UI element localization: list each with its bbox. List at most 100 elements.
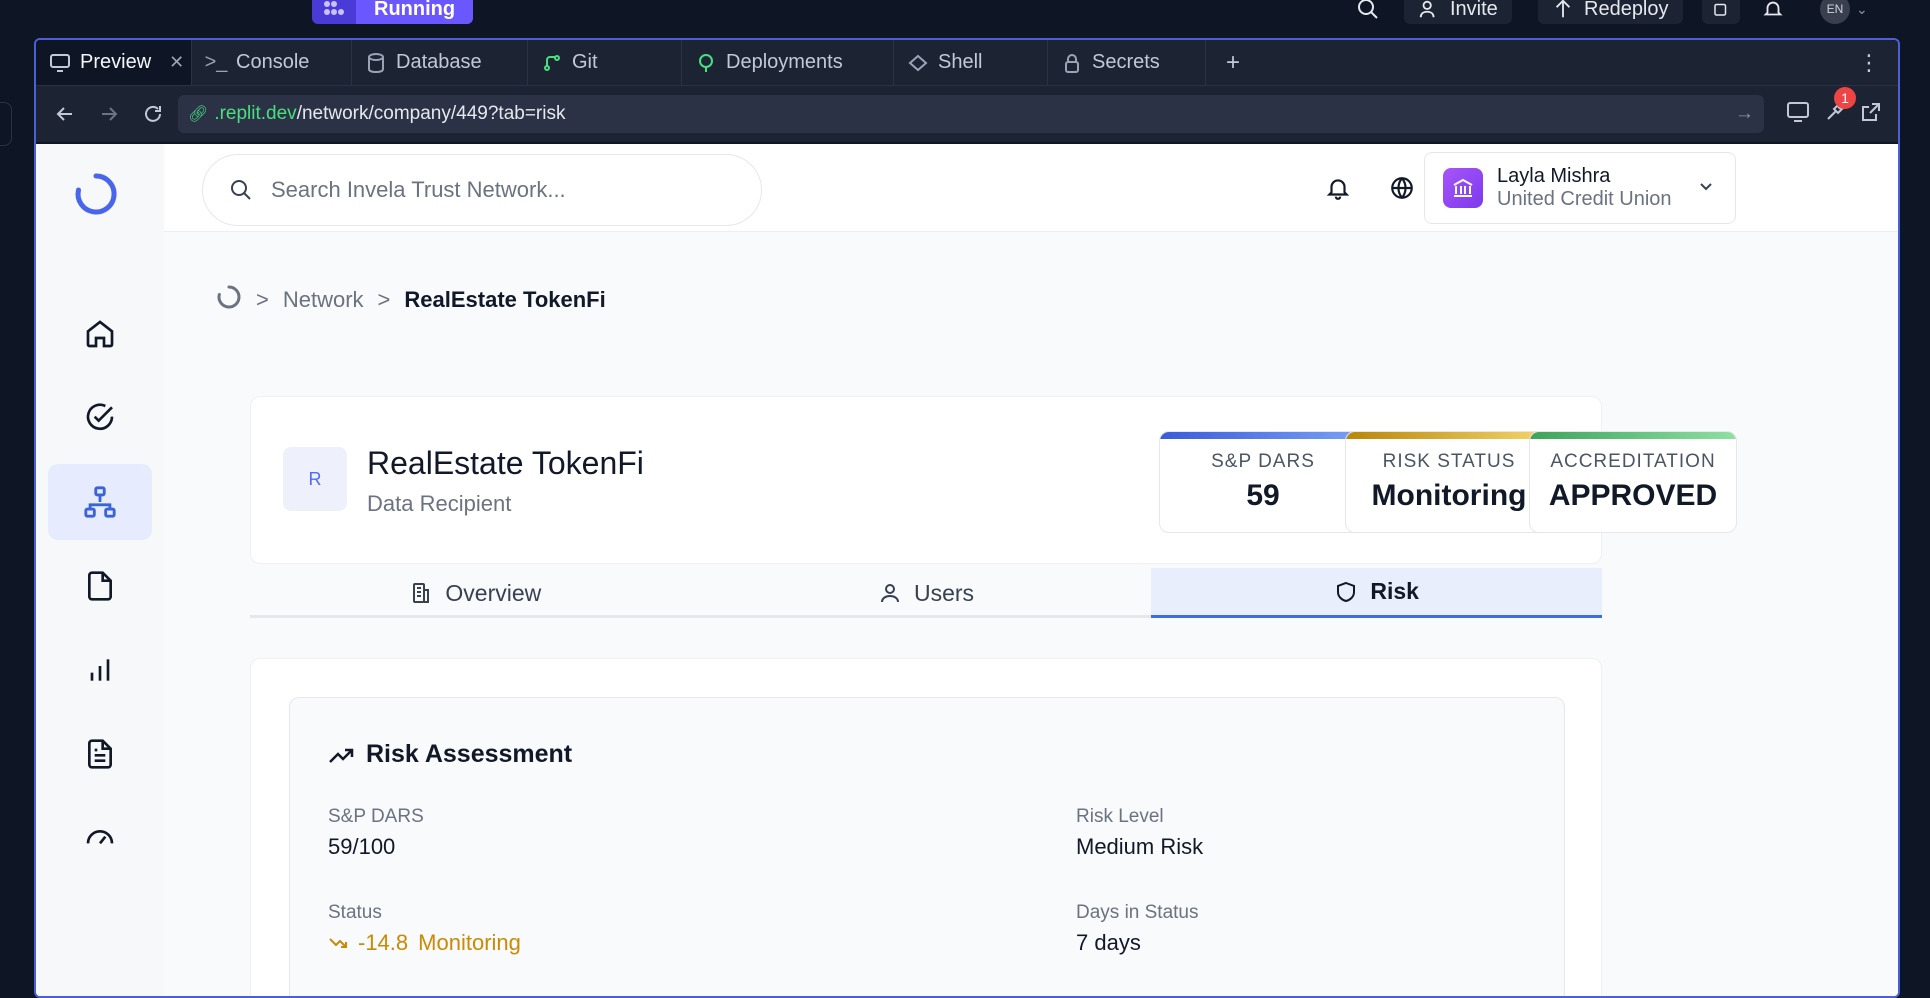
tab-label: Risk [1370, 578, 1419, 604]
field-value: 59/100 [328, 834, 396, 859]
tab-database[interactable]: Database [352, 40, 528, 85]
app-header: Layla Mishra United Credit Union [164, 144, 1898, 232]
globe-icon[interactable] [1386, 172, 1418, 204]
sidebar-item-insights[interactable] [48, 632, 152, 708]
main-content: Layla Mishra United Credit Union > Netwo… [164, 144, 1898, 996]
left-rail [0, 38, 34, 978]
back-button[interactable] [46, 95, 84, 133]
redeploy-button[interactable]: Redeploy [1538, 0, 1683, 24]
run-button[interactable]: Running [312, 0, 474, 24]
replit-topbar: Running Invite Redeploy EN ⌄ [0, 0, 1930, 30]
tab-deployments[interactable]: Deployments [682, 40, 894, 85]
search-icon[interactable] [1356, 0, 1380, 24]
tab-console[interactable]: >_ Console [192, 40, 352, 85]
deployments-icon [696, 53, 716, 73]
field-label: Risk Level [1076, 806, 1164, 827]
add-tab-button[interactable]: + [1206, 40, 1260, 85]
share-button[interactable] [1702, 0, 1740, 24]
go-arrow-icon[interactable]: → [1735, 103, 1754, 125]
sidebar-item-network[interactable] [48, 464, 152, 540]
stat-label: S&P DARS [1211, 451, 1315, 472]
sidebar-item-documents[interactable] [48, 716, 152, 792]
risk-title-text: Risk Assessment [366, 740, 573, 768]
stat-label: ACCREDITATION [1550, 451, 1716, 472]
terminal-icon: >_ [204, 51, 228, 73]
search-bar[interactable] [202, 154, 762, 226]
tab-secrets[interactable]: Secrets [1048, 40, 1206, 85]
open-external-icon[interactable] [1860, 101, 1882, 128]
lock-icon [1062, 53, 1082, 73]
preview-window: Preview ✕ >_ Console Database Git Deploy… [34, 38, 1900, 998]
status-text: Monitoring [418, 930, 521, 955]
invite-button[interactable]: Invite [1404, 0, 1512, 24]
tab-shell[interactable]: Shell [894, 40, 1048, 85]
git-icon [542, 53, 562, 73]
tab-label: Secrets [1092, 51, 1160, 73]
arrow-left-icon [56, 107, 72, 121]
sidebar-item-home[interactable] [48, 296, 152, 372]
company-header-card: R RealEstate TokenFi Data Recipient S&P … [250, 396, 1737, 564]
panel-handle[interactable] [0, 102, 12, 146]
field-days-in-status: Days in Status 7 days [1076, 902, 1199, 956]
redeploy-icon [1555, 0, 1571, 18]
stat-label: RISK STATUS [1382, 451, 1516, 472]
network-icon [84, 486, 116, 518]
url-input[interactable]: 🔗︎ .replit.dev/network/company/449?tab=r… [178, 95, 1764, 133]
account-name: Layla Mishra [1497, 165, 1611, 187]
invela-logo-icon[interactable] [74, 172, 118, 216]
url-path: /network/company/449?tab=risk [296, 103, 566, 124]
forward-button[interactable] [90, 95, 128, 133]
risk-assessment-card: Risk Assessment S&P DARS 59/100 Risk Lev… [289, 697, 1565, 996]
stat-value: Monitoring [1371, 479, 1527, 512]
bell-icon[interactable] [1762, 0, 1784, 24]
workspace-tabs: Preview ✕ >_ Console Database Git Deploy… [36, 40, 1898, 86]
bell-icon[interactable] [1322, 172, 1354, 204]
breadcrumb-home-icon[interactable] [216, 284, 242, 316]
risk-assessment-title: Risk Assessment [328, 740, 572, 769]
tab-overview[interactable]: Overview [250, 568, 701, 618]
tab-preview[interactable]: Preview ✕ [36, 40, 192, 85]
url-host: .replit.dev [214, 103, 297, 124]
field-dars: S&P DARS 59/100 [328, 806, 424, 860]
tab-label: Overview [445, 579, 542, 606]
breadcrumb-separator: > [377, 287, 391, 312]
company-tabs: Overview Users Risk [250, 568, 1603, 618]
breadcrumb: > Network > RealEstate TokenFi [216, 284, 606, 316]
field-label: Days in Status [1076, 902, 1199, 923]
chevron-down-icon [1697, 177, 1715, 200]
breadcrumb-current: RealEstate TokenFi [404, 287, 606, 312]
stat-value: 59 [1246, 479, 1280, 512]
close-icon[interactable]: ✕ [169, 52, 184, 73]
sidebar-item-files[interactable] [48, 548, 152, 624]
breadcrumb-network-link[interactable]: Network [283, 287, 364, 313]
more-options-icon[interactable]: ⋮ [1840, 40, 1898, 85]
tab-risk[interactable]: Risk [1151, 568, 1603, 618]
stat-card-accreditation: ACCREDITATION APPROVED [1529, 431, 1737, 533]
search-input[interactable] [271, 177, 731, 203]
sidebar-item-tasks[interactable] [48, 380, 152, 456]
tab-git[interactable]: Git [528, 40, 682, 85]
home-icon [86, 320, 114, 348]
reload-button[interactable] [134, 95, 172, 133]
breadcrumb-separator: > [256, 287, 269, 312]
monitor-icon [50, 53, 70, 73]
trending-down-icon [329, 938, 347, 948]
account-switcher[interactable]: Layla Mishra United Credit Union [1424, 152, 1736, 224]
stat-card-risk-status: RISK STATUS Monitoring [1345, 431, 1553, 533]
replit-logo-icon [312, 0, 356, 24]
user-avatar[interactable]: EN ⌄ [1820, 0, 1868, 24]
document-text-icon [88, 739, 112, 769]
device-icon[interactable] [1786, 101, 1810, 128]
search-icon [231, 180, 251, 200]
tab-label: Git [572, 51, 598, 73]
user-plus-icon [1419, 0, 1435, 18]
tab-users[interactable]: Users [701, 568, 1152, 618]
redeploy-label: Redeploy [1584, 0, 1669, 20]
account-org: United Credit Union [1497, 188, 1672, 210]
sidebar-item-dashboard[interactable] [48, 800, 152, 876]
status-change: -14.8 [358, 930, 409, 955]
field-label: S&P DARS [328, 806, 424, 827]
invite-label: Invite [1450, 0, 1498, 20]
stat-accent-bar [1530, 432, 1736, 439]
tab-label: Console [236, 51, 310, 73]
